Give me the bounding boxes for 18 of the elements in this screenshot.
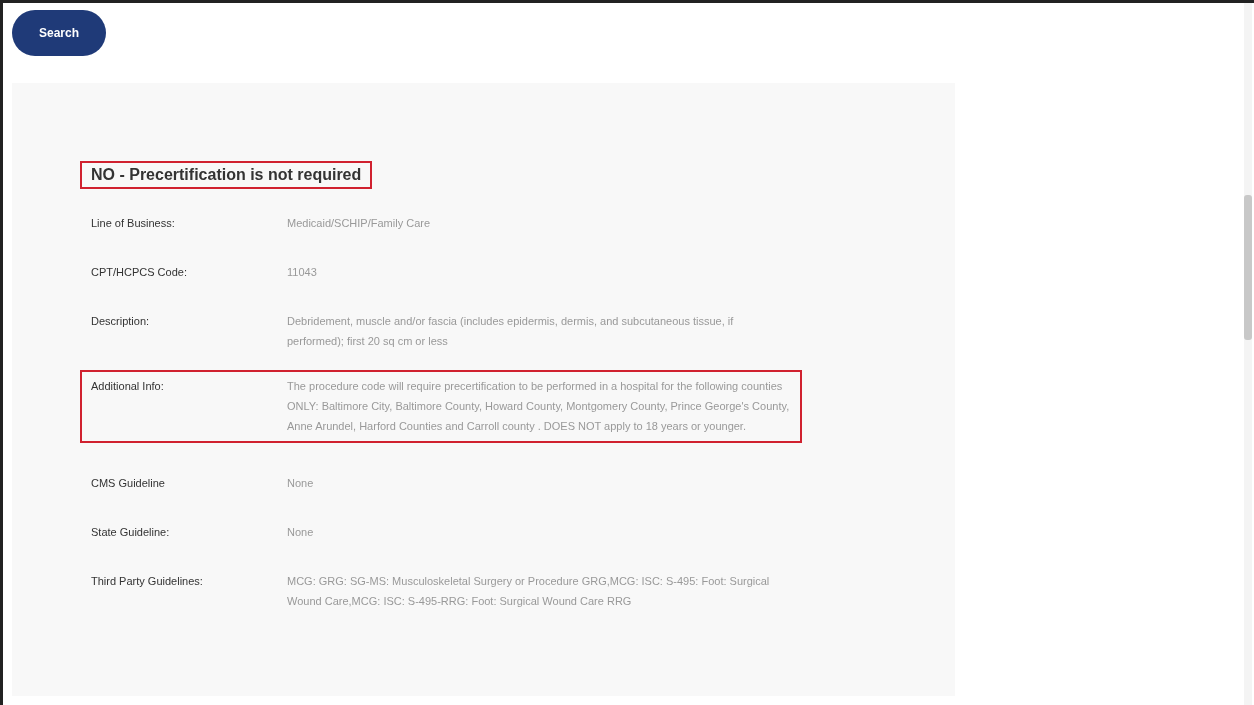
field-label: CPT/HCPCS Code: (91, 265, 188, 280)
field-label: Additional Info: (91, 379, 165, 394)
search-button[interactable]: Search (12, 10, 106, 56)
field-value: Medicaid/SCHIP/Family Care (287, 216, 432, 231)
field-label: State Guideline: (91, 525, 171, 540)
scrollbar-thumb[interactable] (1244, 195, 1252, 340)
field-value: None (287, 476, 315, 491)
result-heading: NO - Precertification is not required (80, 161, 373, 189)
field-value: MCG: GRG: SG-MS: Musculoskeletal Surgery or Procedure GRG,MCG: ISC: S-495: Foot: Surgical Wound Care,MCG: ISC: S-495-RRG: Foot: Surgical Wound Care RRG (287, 574, 771, 609)
field-label: Description: (91, 314, 151, 329)
field-value: The procedure code will require precertification to be performed in a hospital for the following counties ONLY: Baltimore City, Baltimore County, Howard County, Montgomery County, Prince George's County, Anne Arundel, Harford Counties and Carroll county . DOES NOT apply to 18 years or younger. (287, 379, 791, 434)
field-label: CMS Guideline (91, 476, 166, 491)
field-label: Line of Business: (91, 216, 176, 231)
field-value: None (287, 525, 315, 540)
scrollbar[interactable] (1244, 3, 1252, 705)
field-value: 11043 (287, 265, 318, 280)
field-label: Third Party Guidelines: (91, 574, 204, 589)
field-value: Debridement, muscle and/or fascia (includes epidermis, dermis, and subcutaneous tissue, if performed); first 20 sq cm or less (287, 314, 735, 349)
